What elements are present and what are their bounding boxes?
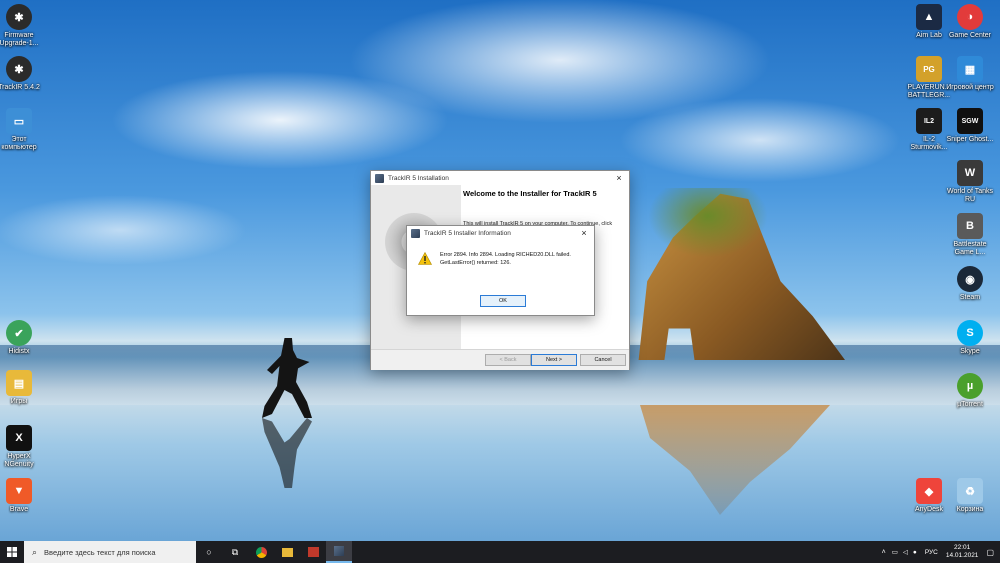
trackir-icon: ✱ (6, 4, 32, 30)
folder-icon: ▤ (6, 370, 32, 396)
notifications-icon[interactable]: ▢ (986, 548, 994, 557)
taskbar-clock[interactable]: 22:01 14.01.2021 (946, 544, 979, 560)
error-dialog-titlebar[interactable]: TrackIR 5 Installer Information × (407, 226, 594, 240)
sniper-icon: SGW (957, 108, 983, 134)
clock-date: 14.01.2021 (945, 552, 979, 559)
error-dialog: TrackIR 5 Installer Information × Error … (406, 225, 595, 316)
desktop-icon-trackir[interactable]: ✱ TrackIR 5.4.2 (0, 56, 44, 92)
language-indicator[interactable]: РУС (925, 549, 938, 556)
steam-icon: ◉ (957, 266, 983, 292)
installer-button-bar: < Back Next > Cancel (371, 349, 629, 370)
warning-icon (418, 252, 432, 265)
desktop-icon-games-folder[interactable]: ▤ Игры (0, 370, 44, 406)
windows-logo-icon (7, 547, 17, 557)
utorrent-icon: µ (957, 373, 983, 399)
app-icon: ✔ (6, 320, 32, 346)
clock-time: 22:01 (954, 544, 971, 551)
error-dialog-close-icon[interactable]: × (574, 228, 594, 238)
game-center-icon: ◑ (957, 4, 983, 30)
desktop-icon-battlestate[interactable]: B Battlestate Game L... (945, 213, 995, 257)
wallpaper-runner-reflection (262, 418, 312, 488)
installer-title: TrackIR 5 Installation (388, 174, 449, 182)
taskbar-app-icon[interactable] (300, 541, 326, 563)
hyperx-icon: X (6, 425, 32, 451)
desktop-icon-game-center-ru[interactable]: ▦ Игровой центр (945, 56, 995, 92)
il2-icon: IL2 (916, 108, 942, 134)
pubg-icon: PG (916, 56, 942, 82)
taskbar-installer-icon[interactable] (326, 541, 352, 563)
anydesk-icon: ◆ (916, 478, 942, 504)
wallpaper-rock-grass (648, 188, 768, 258)
tray-chevron-up-icon[interactable]: ˄ (882, 549, 886, 556)
wot-icon: W (957, 160, 983, 186)
desktop-icon-steam[interactable]: ◉ Steam (945, 266, 995, 302)
recycle-bin-icon: ♻ (957, 478, 983, 504)
desktop-icon-firmware-upgrade[interactable]: ✱ Firmware Upgrade-1... (0, 4, 44, 48)
next-button[interactable]: Next > (531, 354, 577, 366)
installer-titlebar[interactable]: TrackIR 5 Installation × (371, 171, 629, 185)
taskbar-chrome-icon[interactable] (248, 541, 274, 563)
cancel-button[interactable]: Cancel (580, 354, 626, 366)
taskbar-search-box[interactable]: ⌕ Введите здесь текст для поиска (24, 541, 196, 563)
error-message: Error 2894. Info 2894. Loading RICHED20.… (440, 251, 571, 267)
taskbar-games-folder-icon[interactable] (274, 541, 300, 563)
installer-app-icon (375, 173, 384, 183)
desktop-icon-recycle-bin[interactable]: ♻ Корзина (945, 478, 995, 514)
aimlab-icon: ▲ (916, 4, 942, 30)
tray-network-icon[interactable]: ▭ (892, 548, 898, 556)
search-placeholder: Введите здесь текст для поиска (44, 547, 156, 557)
search-icon: ⌕ (32, 546, 38, 557)
taskbar: ⌕ Введите здесь текст для поиска ○ ⧉ ˄ ▭… (0, 541, 1000, 563)
tray-mic-icon[interactable]: ● (913, 549, 917, 556)
rubik-cube-icon: ▦ (957, 56, 983, 82)
tray-volume-icon[interactable]: ◁ (903, 548, 908, 556)
computer-icon: ▭ (6, 108, 32, 134)
task-view-icon[interactable]: ⧉ (222, 541, 248, 563)
desktop-icon-world-of-tanks[interactable]: W World of Tanks RU (945, 160, 995, 204)
skype-icon: S (957, 320, 983, 346)
desktop-icon-sniper-ghost[interactable]: SGW Sniper Ghost... (945, 108, 995, 144)
error-message-line2: GetLastError() returned: 126. (440, 260, 511, 266)
installer-close-icon[interactable]: × (609, 173, 629, 183)
desktop-icon-this-pc[interactable]: ▭ Этот компьютер (0, 108, 44, 152)
error-dialog-app-icon (411, 228, 420, 238)
desktop-icon-utorrent[interactable]: µ µTorrent (945, 373, 995, 409)
battlestate-icon: B (957, 213, 983, 239)
ok-button[interactable]: OK (480, 295, 526, 307)
brave-icon: ▼ (6, 478, 32, 504)
installer-heading: Welcome to the Installer for TrackIR 5 (463, 189, 597, 198)
cortana-icon[interactable]: ○ (196, 541, 222, 563)
desktop-icon-hyperx[interactable]: X HyperX NGenuity (0, 425, 44, 469)
start-button[interactable] (0, 541, 24, 563)
desktop-icon-skype[interactable]: S Skype (945, 320, 995, 356)
back-button[interactable]: < Back (485, 354, 531, 366)
error-dialog-title: TrackIR 5 Installer Information (424, 229, 511, 237)
desktop-icon-hidistx[interactable]: ✔ Hidistx (0, 320, 44, 356)
desktop-icon-brave[interactable]: ▼ Brave (0, 478, 44, 514)
wallpaper-rock-reflection (640, 405, 830, 515)
trackir-icon: ✱ (6, 56, 32, 82)
error-message-line1: Error 2894. Info 2894. Loading RICHED20.… (440, 252, 571, 258)
desktop-icon-game-center[interactable]: ◑ Game Center (945, 4, 995, 40)
